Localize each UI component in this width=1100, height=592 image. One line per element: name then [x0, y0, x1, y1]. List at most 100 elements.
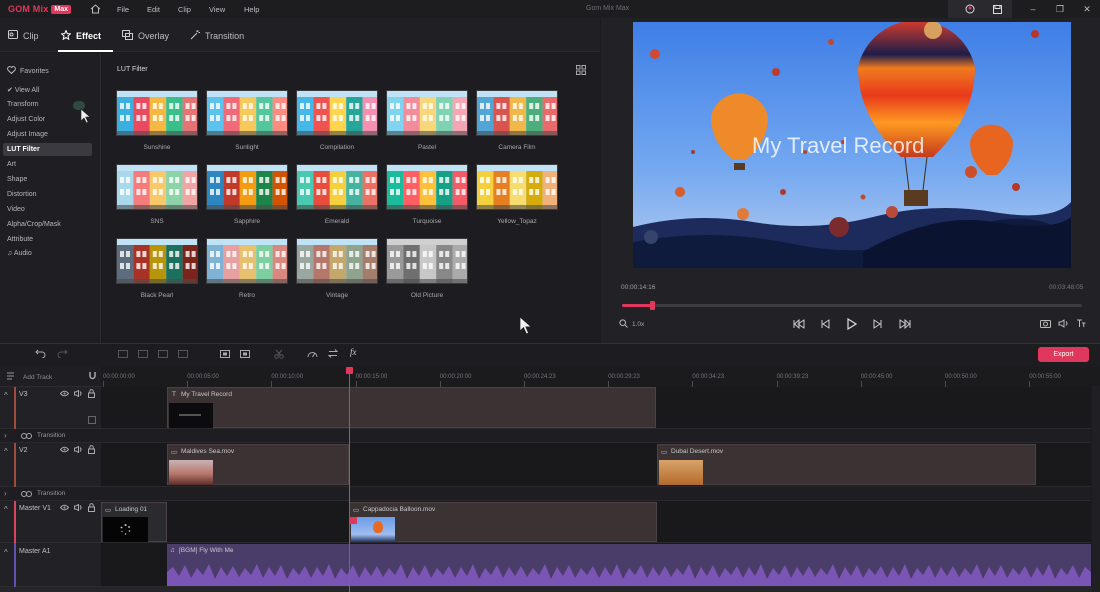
seek-handle[interactable] — [650, 301, 656, 310]
speaker-icon[interactable] — [74, 445, 83, 455]
filter-thumbnail[interactable] — [296, 90, 378, 136]
play-icon[interactable] — [847, 317, 858, 332]
sidebar-item-distortion[interactable]: Distortion — [7, 191, 37, 198]
music-note-icon: ♫ — [170, 547, 175, 554]
filter-thumbnail[interactable] — [206, 164, 288, 210]
menu-help[interactable]: Help — [244, 5, 259, 14]
collapse-arrow-icon[interactable]: › — [4, 431, 7, 440]
speaker-icon[interactable] — [74, 503, 83, 513]
collapse-arrow-icon[interactable]: › — [4, 489, 7, 498]
split-icon[interactable] — [118, 350, 128, 360]
clip-maldives-sea[interactable]: ▭ Maldives Sea.mov — [167, 444, 349, 485]
lock-icon[interactable] — [88, 389, 95, 400]
lock-icon[interactable] — [88, 445, 95, 456]
filter-thumbnail[interactable] — [116, 90, 198, 136]
collapse-arrow-icon[interactable]: ^ — [4, 447, 8, 456]
tab-clip[interactable]: Clip — [8, 30, 39, 41]
playhead-handle[interactable] — [346, 367, 353, 374]
sidebar-item-shape[interactable]: Shape — [7, 176, 27, 183]
filter-thumbnail[interactable] — [116, 164, 198, 210]
seek-bar-track[interactable] — [622, 304, 1082, 307]
filter-thumbnail[interactable] — [386, 90, 468, 136]
redo-icon[interactable] — [57, 349, 68, 360]
resize-track-icon[interactable] — [88, 416, 96, 424]
snapshot-icon[interactable] — [1040, 319, 1051, 330]
add-track-button[interactable]: Add Track — [7, 372, 52, 382]
skip-to-end-icon[interactable] — [899, 318, 911, 331]
sidebar-item-adjust-image[interactable]: Adjust Image — [7, 131, 48, 138]
speaker-icon[interactable] — [74, 389, 83, 399]
sidebar-item-video[interactable]: Video — [7, 206, 25, 213]
sidebar-item-alpha-crop-mask[interactable]: Alpha/Crop/Mask — [7, 221, 61, 228]
tab-effect-label: Effect — [76, 31, 102, 41]
swap-icon[interactable] — [327, 349, 339, 360]
function-icon[interactable]: fx — [350, 347, 357, 357]
collapse-arrow-icon[interactable]: ^ — [4, 548, 8, 557]
undo-icon[interactable] — [35, 349, 46, 360]
menu-file[interactable]: File — [117, 5, 129, 14]
maximize-icon[interactable]: ❐ — [1047, 2, 1073, 16]
zoom-control[interactable]: 1.0x — [619, 319, 644, 330]
eye-icon[interactable] — [59, 390, 70, 399]
close-icon[interactable]: ✕ — [1074, 2, 1100, 16]
filter-thumbnail[interactable] — [206, 238, 288, 284]
clip-bgm-fly-with-me[interactable]: ♫ [BGM] Fly With Me — [167, 544, 1091, 586]
tab-transition[interactable]: Transition — [190, 30, 244, 42]
export-button[interactable]: Export — [1038, 347, 1089, 362]
filter-label: Vintage — [326, 292, 348, 299]
vertical-scrollbar[interactable] — [1092, 386, 1100, 592]
sidebar-item-attribute[interactable]: Attribute — [7, 236, 33, 243]
text-size-icon[interactable] — [1076, 319, 1086, 330]
account-icon[interactable] — [957, 2, 983, 16]
scissors-icon[interactable] — [274, 349, 284, 361]
sidebar-item-adjust-color[interactable]: Adjust Color — [7, 116, 45, 123]
volume-icon[interactable] — [1058, 319, 1069, 330]
filter-thumbnail[interactable] — [296, 164, 378, 210]
mark-in-icon[interactable] — [220, 350, 230, 360]
filter-thumbnail[interactable] — [386, 164, 468, 210]
menu-view[interactable]: View — [209, 5, 225, 14]
tab-overlay[interactable]: Overlay — [122, 30, 169, 42]
crop-icon[interactable] — [178, 350, 188, 360]
clip-loading-01[interactable]: ▭ Loading 01 — [101, 502, 167, 542]
home-icon[interactable] — [82, 2, 108, 16]
trim-left-icon[interactable] — [138, 350, 148, 360]
menu-edit[interactable]: Edit — [147, 5, 160, 14]
speed-icon[interactable] — [307, 349, 318, 360]
collapse-arrow-icon[interactable]: ^ — [4, 391, 8, 400]
tab-effect[interactable]: Effect — [60, 29, 102, 42]
lock-icon[interactable] — [88, 503, 95, 514]
trim-right-icon[interactable] — [158, 350, 168, 360]
grid-view-icon[interactable] — [576, 65, 586, 77]
menu-clip[interactable]: Clip — [178, 5, 191, 14]
sidebar-item-label: View All — [14, 87, 40, 94]
clip-cappadocia-balloon[interactable]: ▭ Cappadocia Balloon.mov — [349, 502, 657, 542]
save-icon[interactable] — [984, 2, 1010, 16]
filter-thumbnail[interactable] — [296, 238, 378, 284]
filter-thumbnail[interactable] — [476, 164, 558, 210]
mark-out-icon[interactable] — [240, 350, 250, 360]
horizontal-scrollbar[interactable] — [0, 587, 1100, 592]
eye-icon[interactable] — [59, 446, 70, 455]
filter-thumbnail[interactable] — [386, 238, 468, 284]
sidebar-item-art[interactable]: Art — [7, 161, 16, 168]
skip-to-start-icon[interactable] — [793, 318, 805, 331]
previous-frame-icon[interactable] — [820, 319, 830, 331]
sidebar-item-lut-filter[interactable]: LUT Filter — [7, 146, 40, 153]
filter-thumbnail[interactable] — [116, 238, 198, 284]
magnet-icon[interactable] — [88, 371, 97, 382]
sidebar-item-transform[interactable]: Transform — [7, 101, 39, 108]
collapse-arrow-icon[interactable]: ^ — [4, 505, 8, 514]
minimize-icon[interactable]: – — [1020, 2, 1046, 16]
filter-thumbnail[interactable] — [476, 90, 558, 136]
clip-label: Dubai Desert.mov — [671, 448, 724, 455]
eye-icon[interactable] — [59, 504, 70, 513]
sidebar-item-view-all[interactable]: ✔ View All — [7, 86, 39, 94]
timeline-playhead[interactable] — [349, 367, 350, 592]
clip-my-travel-record[interactable]: T My Travel Record — [167, 387, 656, 428]
sidebar-favorites[interactable]: Favorites — [7, 66, 49, 76]
next-frame-icon[interactable] — [873, 319, 883, 331]
filter-thumbnail[interactable] — [206, 90, 288, 136]
sidebar-item-audio[interactable]: ♫ Audio — [7, 250, 32, 257]
clip-dubai-desert[interactable]: ▭ Dubai Desert.mov — [657, 444, 1036, 485]
